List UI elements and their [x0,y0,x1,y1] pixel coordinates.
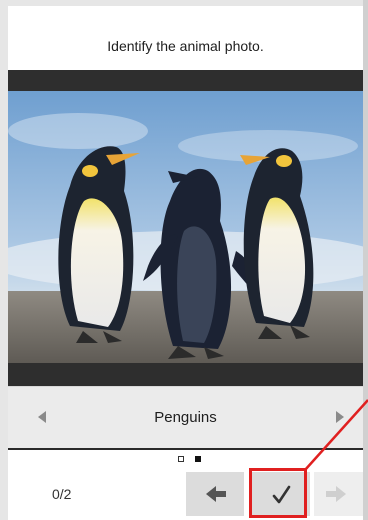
quiz-header: Identify the animal photo. [8,6,363,70]
answer-selector: Penguins [8,386,363,450]
answer-option-label: Penguins [154,409,217,426]
back-button[interactable] [186,472,244,516]
progress-counter: 0/2 [52,486,72,502]
page-indicator-dot-1[interactable] [178,456,184,462]
page-indicator-dot-2[interactable] [195,456,201,462]
animal-photo [8,91,363,363]
right-triangle-icon[interactable] [336,411,344,423]
highlight-annotation-box [249,468,307,518]
left-arrow-icon [206,486,226,502]
window-frame-right [363,0,368,520]
forward-button[interactable] [314,472,363,516]
window-frame-left [0,0,8,520]
question-instruction: Identify the animal photo. [107,38,264,54]
photo-frame [8,70,363,386]
right-arrow-icon [326,486,346,502]
